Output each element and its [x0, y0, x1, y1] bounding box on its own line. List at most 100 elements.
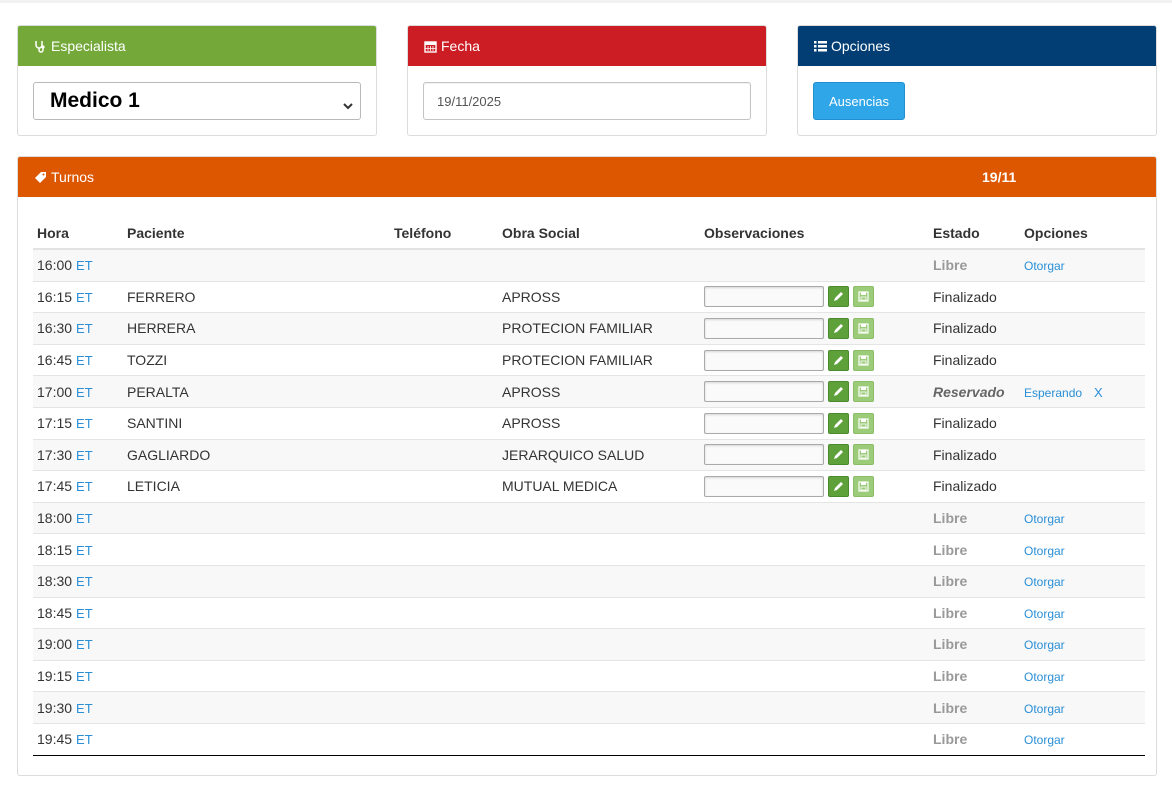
cell-estado: Finalizado — [929, 406, 1020, 440]
cell-obra-social: JERARQUICO SALUD — [498, 438, 700, 471]
cell-telefono — [390, 533, 498, 566]
pencil-icon[interactable] — [828, 412, 849, 434]
cell-observaciones — [700, 596, 929, 629]
otorgar-link[interactable]: Otorgar — [1024, 544, 1065, 558]
cell-telefono — [390, 659, 498, 692]
cell-estado: Finalizado — [929, 470, 1020, 503]
cell-estado: Reservado — [929, 375, 1020, 408]
cell-obra-social — [498, 533, 700, 566]
cell-paciente — [123, 722, 390, 756]
cell-paciente: LETICIA — [123, 470, 390, 503]
observaciones-input[interactable] — [704, 381, 824, 403]
et-link[interactable]: ET — [76, 543, 93, 558]
cell-paciente — [123, 248, 390, 282]
table-row: 17:15 ET SANTINI APROSS Finalizado — [33, 406, 1145, 440]
pencil-icon[interactable] — [828, 286, 849, 308]
esperando-link[interactable]: Esperando — [1024, 386, 1082, 400]
pencil-icon[interactable] — [828, 475, 849, 497]
otorgar-link[interactable]: Otorgar — [1024, 512, 1065, 526]
et-link[interactable]: ET — [76, 353, 93, 368]
col-opciones: Opciones — [1020, 218, 1145, 250]
otorgar-link[interactable]: Otorgar — [1024, 575, 1065, 589]
hora-text: 16:30 — [37, 320, 73, 337]
floppy-disk-icon[interactable] — [853, 286, 874, 308]
otorgar-link[interactable]: Otorgar — [1024, 638, 1065, 652]
cell-paciente — [123, 628, 390, 661]
cell-obra-social: PROTECION FAMILIAR — [498, 312, 700, 345]
pencil-icon[interactable] — [828, 317, 849, 339]
et-link[interactable]: ET — [76, 416, 93, 431]
et-link[interactable]: ET — [76, 574, 93, 589]
table-row: 17:45 ET LETICIA MUTUAL MEDICA Finalizado — [33, 470, 1145, 503]
cell-opciones — [1020, 343, 1145, 376]
otorgar-link[interactable]: Otorgar — [1024, 702, 1065, 716]
floppy-disk-icon[interactable] — [853, 412, 874, 434]
cell-observaciones — [700, 628, 929, 661]
et-link[interactable]: ET — [76, 448, 93, 463]
cell-hora: 17:15 ET — [33, 406, 123, 440]
cell-obra-social — [498, 628, 700, 661]
et-link[interactable]: ET — [76, 385, 93, 400]
floppy-disk-icon[interactable] — [853, 317, 874, 339]
et-link[interactable]: ET — [76, 637, 93, 652]
et-link[interactable]: ET — [76, 321, 93, 336]
table-row: 18:15 ET Libre Otorgar — [33, 533, 1145, 566]
floppy-disk-icon[interactable] — [853, 475, 874, 497]
observaciones-input[interactable] — [704, 475, 824, 497]
pencil-icon[interactable] — [828, 444, 849, 466]
hora-text: 16:15 — [37, 288, 73, 305]
observaciones-input[interactable] — [704, 412, 824, 434]
cell-estado: Finalizado — [929, 280, 1020, 313]
et-link[interactable]: ET — [76, 258, 93, 273]
cell-estado: Libre — [929, 691, 1020, 724]
et-link[interactable]: ET — [76, 732, 93, 747]
cell-opciones: Otorgar — [1020, 533, 1145, 566]
cell-opciones: Otorgar — [1020, 722, 1145, 756]
cell-observaciones — [700, 343, 929, 376]
pencil-icon[interactable] — [828, 381, 849, 403]
observaciones-input[interactable] — [704, 286, 824, 308]
pencil-icon[interactable] — [828, 349, 849, 371]
cell-obra-social: MUTUAL MEDICA — [498, 470, 700, 503]
et-link[interactable]: ET — [76, 479, 93, 494]
observaciones-group — [704, 381, 925, 403]
cell-hora: 16:45 ET — [33, 343, 123, 376]
otorgar-link[interactable]: Otorgar — [1024, 607, 1065, 621]
ausencias-button[interactable]: Ausencias — [813, 82, 905, 120]
fecha-input[interactable]: 19/11/2025 — [423, 82, 751, 120]
otorgar-link[interactable]: Otorgar — [1024, 733, 1065, 747]
especialista-select[interactable]: Medico 1 — [33, 82, 361, 120]
et-link[interactable]: ET — [76, 290, 93, 305]
cell-telefono — [390, 438, 498, 471]
cell-telefono — [390, 470, 498, 503]
cell-paciente — [123, 501, 390, 534]
cell-observaciones — [700, 533, 929, 566]
et-link[interactable]: ET — [76, 701, 93, 716]
et-link[interactable]: ET — [76, 669, 93, 684]
otorgar-link[interactable]: Otorgar — [1024, 259, 1065, 273]
cell-observaciones — [700, 501, 929, 534]
calendar-icon — [423, 39, 437, 53]
floppy-disk-icon[interactable] — [853, 381, 874, 403]
observaciones-input[interactable] — [704, 317, 824, 339]
table-row: 17:30 ET GAGLIARDO JERARQUICO SALUD Finaliza… — [33, 438, 1145, 471]
et-link[interactable]: ET — [76, 606, 93, 621]
floppy-disk-icon[interactable] — [853, 349, 874, 371]
cancel-link[interactable]: X — [1094, 385, 1103, 400]
observaciones-group — [704, 317, 925, 339]
et-link[interactable]: ET — [76, 511, 93, 526]
list-icon — [813, 39, 827, 53]
floppy-disk-icon[interactable] — [853, 444, 874, 466]
observaciones-input[interactable] — [704, 349, 824, 371]
hora-text: 17:00 — [37, 383, 73, 400]
observaciones-input[interactable] — [704, 444, 824, 466]
cell-obra-social: APROSS — [498, 280, 700, 313]
col-hora: Hora — [33, 218, 123, 250]
cell-obra-social — [498, 248, 700, 282]
otorgar-link[interactable]: Otorgar — [1024, 670, 1065, 684]
cell-paciente: FERRERO — [123, 280, 390, 313]
cell-estado: Libre — [929, 659, 1020, 692]
cell-observaciones — [700, 280, 929, 313]
cell-paciente: TOZZI — [123, 343, 390, 376]
cell-estado: Libre — [929, 501, 1020, 534]
